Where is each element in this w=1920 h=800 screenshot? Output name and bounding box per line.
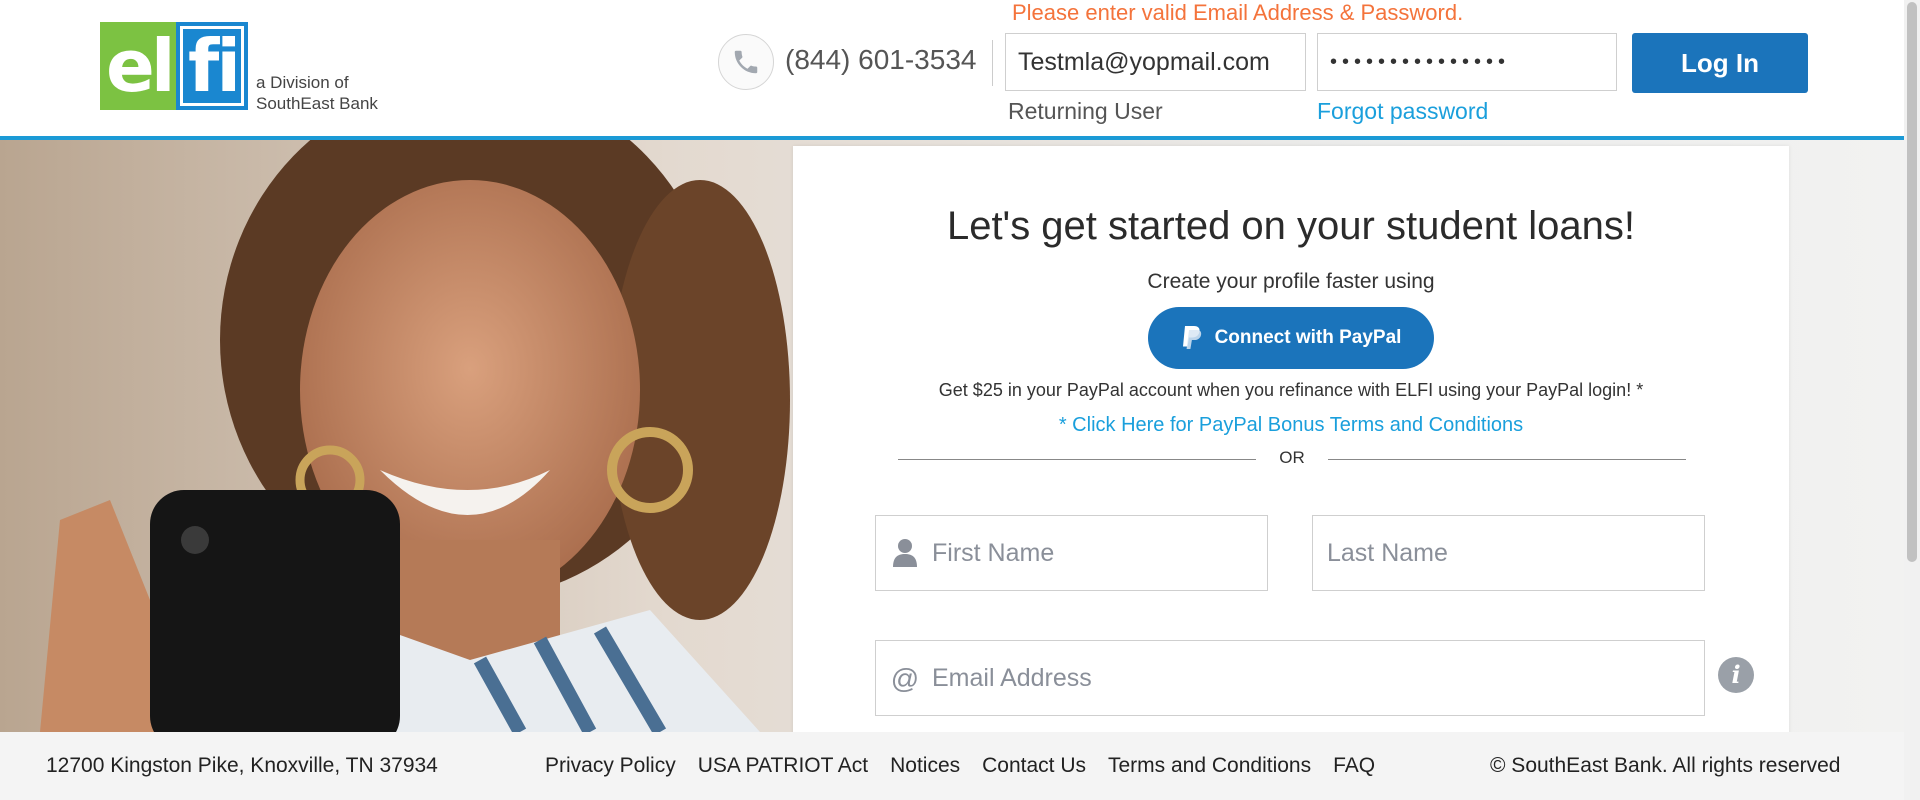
returning-user-label: Returning User bbox=[1008, 98, 1163, 124]
header-divider bbox=[992, 40, 993, 86]
paypal-icon bbox=[1182, 326, 1201, 349]
page-scrollbar[interactable] bbox=[1904, 0, 1920, 800]
first-name-field[interactable] bbox=[875, 515, 1268, 591]
first-name-input[interactable] bbox=[930, 516, 1257, 590]
paypal-terms-link[interactable]: * Click Here for PayPal Bonus Terms and … bbox=[793, 414, 1789, 437]
or-divider-left bbox=[898, 459, 1256, 460]
logo-text-el: el bbox=[106, 24, 175, 108]
connect-paypal-label: Connect with PayPal bbox=[1214, 327, 1402, 348]
footer-address: 12700 Kingston Pike, Knoxville, TN 37934 bbox=[46, 754, 438, 777]
last-name-input[interactable] bbox=[1325, 516, 1694, 590]
login-email-input[interactable] bbox=[1005, 33, 1306, 91]
or-divider-right bbox=[1328, 459, 1686, 460]
connect-paypal-button[interactable]: Connect with PayPal bbox=[1148, 307, 1434, 369]
footer-link-notices[interactable]: Notices bbox=[890, 754, 960, 778]
forgot-password-link[interactable]: Forgot password bbox=[1317, 98, 1488, 125]
site-header: el fi a Division of SouthEast Bank (844)… bbox=[0, 0, 1904, 140]
footer-link-faq[interactable]: FAQ bbox=[1333, 754, 1375, 778]
division-line-2: SouthEast Bank bbox=[256, 94, 378, 113]
logo-green-block: el bbox=[100, 22, 176, 110]
division-line-1: a Division of bbox=[256, 73, 349, 92]
paypal-bonus-note: Get $25 in your PayPal account when you … bbox=[938, 380, 1644, 400]
email-field[interactable]: @ bbox=[875, 640, 1705, 716]
phone-number[interactable]: (844) 601-3534 bbox=[785, 44, 976, 76]
or-divider-text: OR bbox=[1279, 448, 1305, 467]
footer-link-contact-us[interactable]: Contact Us bbox=[982, 754, 1086, 778]
user-icon bbox=[890, 538, 920, 570]
signup-subtitle: Create your profile faster using bbox=[1147, 270, 1435, 293]
login-password-input[interactable] bbox=[1317, 33, 1617, 91]
signup-card: Let's get started on your student loans!… bbox=[793, 146, 1789, 746]
logo-text-fi: fi bbox=[188, 24, 241, 108]
user-icon-glyph bbox=[893, 539, 917, 567]
last-name-field[interactable] bbox=[1312, 515, 1705, 591]
footer-link-privacy-policy[interactable]: Privacy Policy bbox=[545, 754, 676, 778]
email-input[interactable] bbox=[930, 641, 1694, 715]
login-error-message: Please enter valid Email Address & Passw… bbox=[1012, 0, 1464, 25]
login-button[interactable]: Log In bbox=[1632, 33, 1808, 93]
scrollbar-thumb[interactable] bbox=[1907, 2, 1917, 562]
at-sign-icon: @ bbox=[890, 663, 920, 694]
site-footer: 12700 Kingston Pike, Knoxville, TN 37934… bbox=[0, 732, 1904, 800]
footer-link-usa-patriot-act[interactable]: USA PATRIOT Act bbox=[698, 754, 868, 778]
logo-blue-block: fi bbox=[176, 22, 248, 110]
phone-icon[interactable] bbox=[718, 34, 774, 90]
footer-copyright: © SouthEast Bank. All rights reserved bbox=[1490, 754, 1841, 777]
info-icon[interactable]: i bbox=[1718, 657, 1754, 693]
division-text: a Division of SouthEast Bank bbox=[256, 72, 378, 114]
footer-link-terms-and-conditions[interactable]: Terms and Conditions bbox=[1108, 754, 1311, 778]
footer-links: Privacy Policy USA PATRIOT Act Notices C… bbox=[545, 754, 1375, 778]
phone-icon-glyph bbox=[734, 50, 758, 74]
signup-title: Let's get started on your student loans! bbox=[946, 204, 1636, 248]
elfi-logo[interactable]: el fi bbox=[100, 22, 248, 110]
